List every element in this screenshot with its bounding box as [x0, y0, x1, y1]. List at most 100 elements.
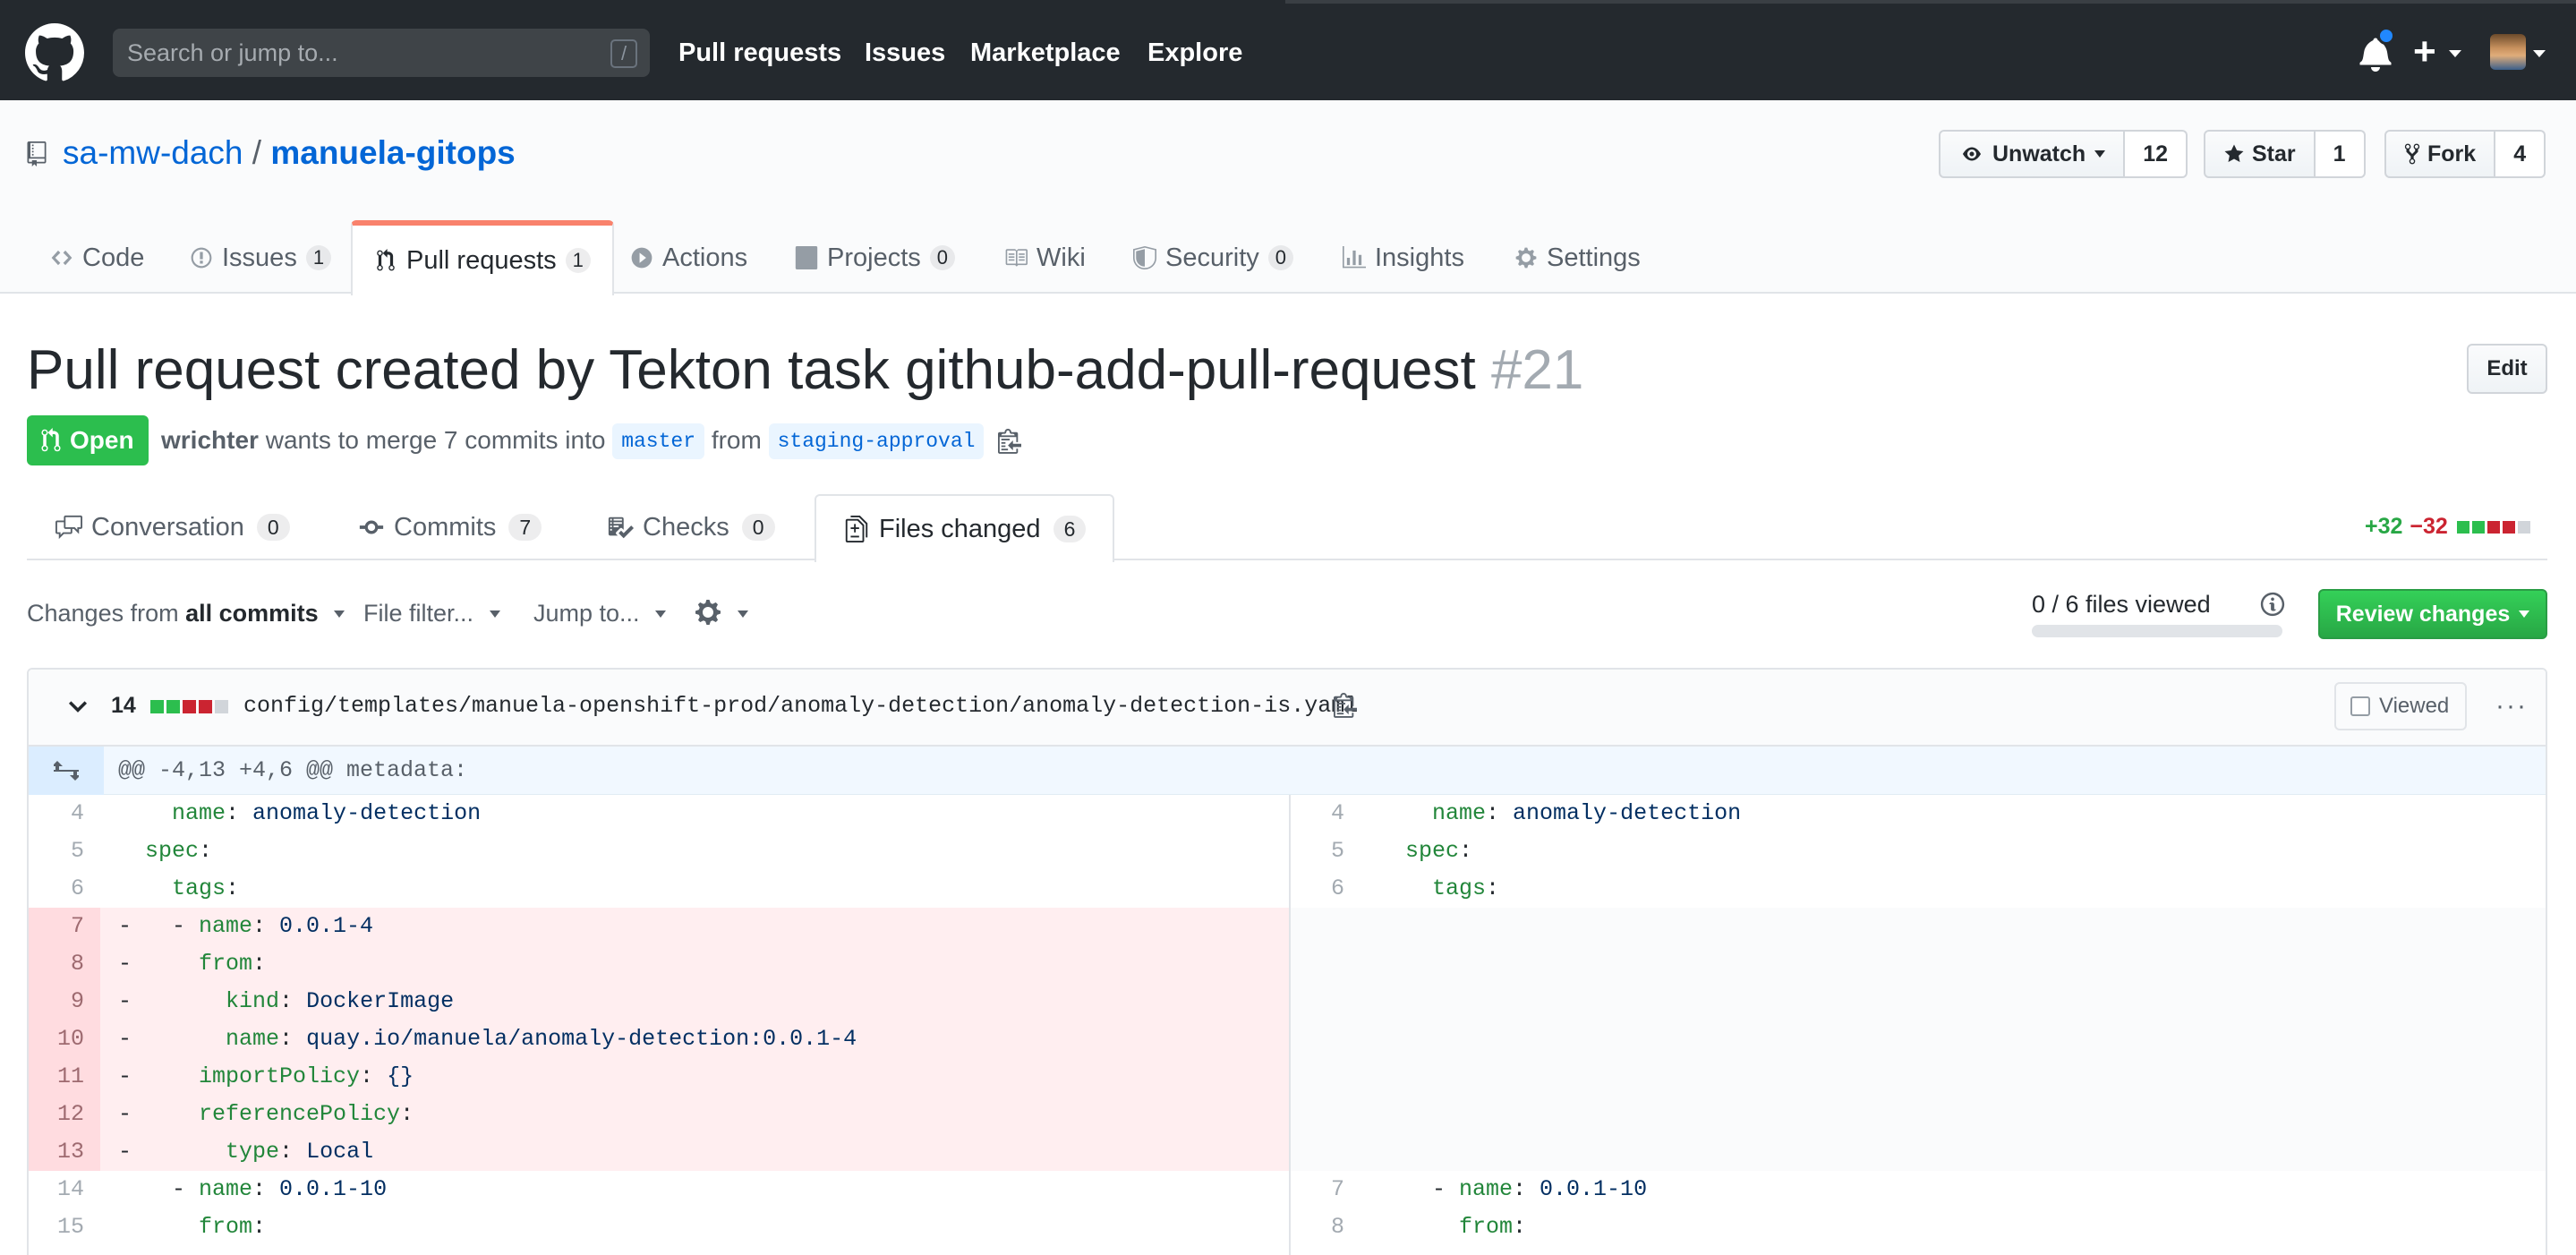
github-logo-icon[interactable]: [25, 23, 84, 82]
code-line: spec:: [1405, 838, 1473, 864]
chevron-down-icon: [334, 610, 345, 618]
clipboard-icon[interactable]: [1334, 691, 1357, 718]
tab-security-count: 0: [1267, 245, 1294, 270]
tab-checks[interactable]: Checks 0: [607, 494, 775, 560]
user-menu-caret-icon[interactable]: [2533, 50, 2546, 57]
from-text: from: [711, 426, 762, 454]
line-number[interactable]: 14: [29, 1171, 84, 1208]
tab-settings-label: Settings: [1547, 243, 1641, 272]
line-number[interactable]: 6: [29, 870, 84, 908]
tab-commits[interactable]: Commits 7: [358, 494, 542, 560]
viewed-checkbox[interactable]: Viewed: [2334, 682, 2467, 730]
nav-marketplace[interactable]: Marketplace: [970, 0, 1121, 106]
diff-row: 4 name: anomaly-detection 4 name: anomaly…: [29, 795, 2546, 832]
diffstat-block: [166, 700, 180, 713]
line-number[interactable]: 11: [29, 1058, 84, 1096]
repo-name-link[interactable]: manuela-gitops: [270, 134, 515, 171]
diff-settings-dropdown[interactable]: [695, 598, 748, 628]
tab-code[interactable]: Code: [50, 222, 144, 294]
files-viewed-progress: [2032, 625, 2282, 637]
star-count[interactable]: 1: [2315, 130, 2366, 178]
line-number[interactable]: 6: [1289, 870, 1344, 908]
repo-owner-link[interactable]: sa-mw-dach: [63, 134, 243, 171]
tab-commits-label: Commits: [394, 512, 497, 542]
line-number[interactable]: 4: [29, 795, 84, 832]
fork-count[interactable]: 4: [2495, 130, 2546, 178]
diff-row-deleted: 10 - name: quay.io/manuela/anomaly-detect…: [29, 1020, 2546, 1058]
code-line: - referencePolicy:: [118, 1101, 414, 1127]
watch-count[interactable]: 12: [2125, 130, 2188, 178]
clipboard-icon[interactable]: [998, 427, 1022, 454]
line-number[interactable]: 8: [29, 945, 84, 983]
diff-row-deleted: 11 - importPolicy: {}: [29, 1058, 2546, 1096]
head-branch[interactable]: staging-approval: [768, 423, 985, 459]
nav-explore[interactable]: Explore: [1147, 0, 1242, 106]
line-number[interactable]: 12: [29, 1096, 84, 1133]
tab-settings[interactable]: Settings: [1514, 222, 1641, 294]
expand-icon[interactable]: [29, 747, 104, 795]
fork-label: Fork: [2427, 141, 2477, 166]
checkbox[interactable]: [2350, 696, 2370, 716]
tab-conversation-label: Conversation: [91, 512, 244, 542]
star-button[interactable]: Star: [2204, 130, 2316, 178]
line-number[interactable]: 5: [29, 832, 84, 870]
search-placeholder: Search or jump to...: [127, 39, 338, 66]
file-filter-dropdown[interactable]: File filter...: [363, 598, 500, 628]
diffstat-block: [199, 700, 212, 713]
file-path-link[interactable]: config/templates/manuela-openshift-prod/…: [243, 693, 1358, 719]
line-number[interactable]: 13: [29, 1133, 84, 1171]
jump-to-label: Jump to...: [533, 600, 640, 627]
fork-button[interactable]: Fork: [2384, 130, 2496, 178]
chevron-down-icon: [2519, 610, 2530, 618]
file-diff-icon: [845, 516, 868, 542]
tab-issues[interactable]: Issues 1: [190, 222, 332, 294]
info-icon[interactable]: [2259, 591, 2286, 618]
search-input[interactable]: Search or jump to... /: [113, 29, 650, 77]
jump-to-dropdown[interactable]: Jump to...: [533, 598, 667, 628]
tab-pull-requests[interactable]: Pull requests 1: [351, 220, 614, 295]
unwatch-button[interactable]: Unwatch: [1939, 130, 2126, 178]
tab-security[interactable]: Security 0: [1133, 222, 1294, 294]
additions-count: +32: [2365, 514, 2403, 539]
line-number[interactable]: 5: [1289, 832, 1344, 870]
code-icon: [51, 250, 73, 266]
line-number[interactable]: 7: [29, 908, 84, 945]
diff-row-deleted: 8 - from:: [29, 945, 2546, 983]
line-number[interactable]: 7: [1289, 1171, 1344, 1208]
code-line: tags:: [1432, 875, 1500, 901]
file-filter-label: File filter...: [363, 600, 474, 627]
code-line: - name: 0.0.1-10: [1378, 1176, 1648, 1202]
line-number[interactable]: 15: [29, 1208, 84, 1246]
nav-issues[interactable]: Issues: [865, 0, 945, 106]
tab-projects[interactable]: Projects 0: [795, 222, 956, 294]
line-number[interactable]: 8: [1289, 1208, 1344, 1246]
nav-pull-requests[interactable]: Pull requests: [678, 0, 841, 106]
commit-icon: [359, 520, 384, 534]
file-diffstat: [150, 700, 231, 713]
notifications-bell-icon[interactable]: [2359, 27, 2395, 72]
tab-insights[interactable]: Insights: [1343, 222, 1464, 294]
create-new-caret-icon[interactable]: [2449, 50, 2461, 57]
line-number[interactable]: 9: [29, 983, 84, 1020]
tab-wiki[interactable]: Wiki: [1004, 222, 1086, 294]
tab-insights-label: Insights: [1375, 243, 1464, 272]
code-line: - kind: DockerImage: [118, 988, 455, 1014]
edit-title-button[interactable]: Edit: [2467, 344, 2547, 394]
tab-conversation[interactable]: Conversation 0: [55, 494, 290, 560]
pr-author-link[interactable]: wrichter: [161, 426, 259, 454]
create-new-plus-icon[interactable]: +: [2413, 32, 2436, 72]
chevron-down-icon[interactable]: [68, 700, 88, 713]
base-branch[interactable]: master: [612, 423, 705, 459]
empty-line-bg: [1289, 1096, 2546, 1133]
line-number[interactable]: 10: [29, 1020, 84, 1058]
kebab-menu-icon[interactable]: ···: [2495, 693, 2528, 720]
review-changes-button[interactable]: Review changes: [2318, 589, 2547, 639]
line-number[interactable]: 4: [1289, 795, 1344, 832]
changes-from-dropdown[interactable]: Changes from all commits: [27, 598, 345, 628]
code-line: name: anomaly-detection: [172, 800, 482, 826]
tab-files-changed[interactable]: Files changed 6: [815, 494, 1115, 562]
tab-actions[interactable]: Actions: [630, 222, 747, 294]
code-line: name: anomaly-detection: [1432, 800, 1742, 826]
loading-bar: [1285, 0, 2576, 4]
user-avatar[interactable]: [2490, 34, 2526, 70]
